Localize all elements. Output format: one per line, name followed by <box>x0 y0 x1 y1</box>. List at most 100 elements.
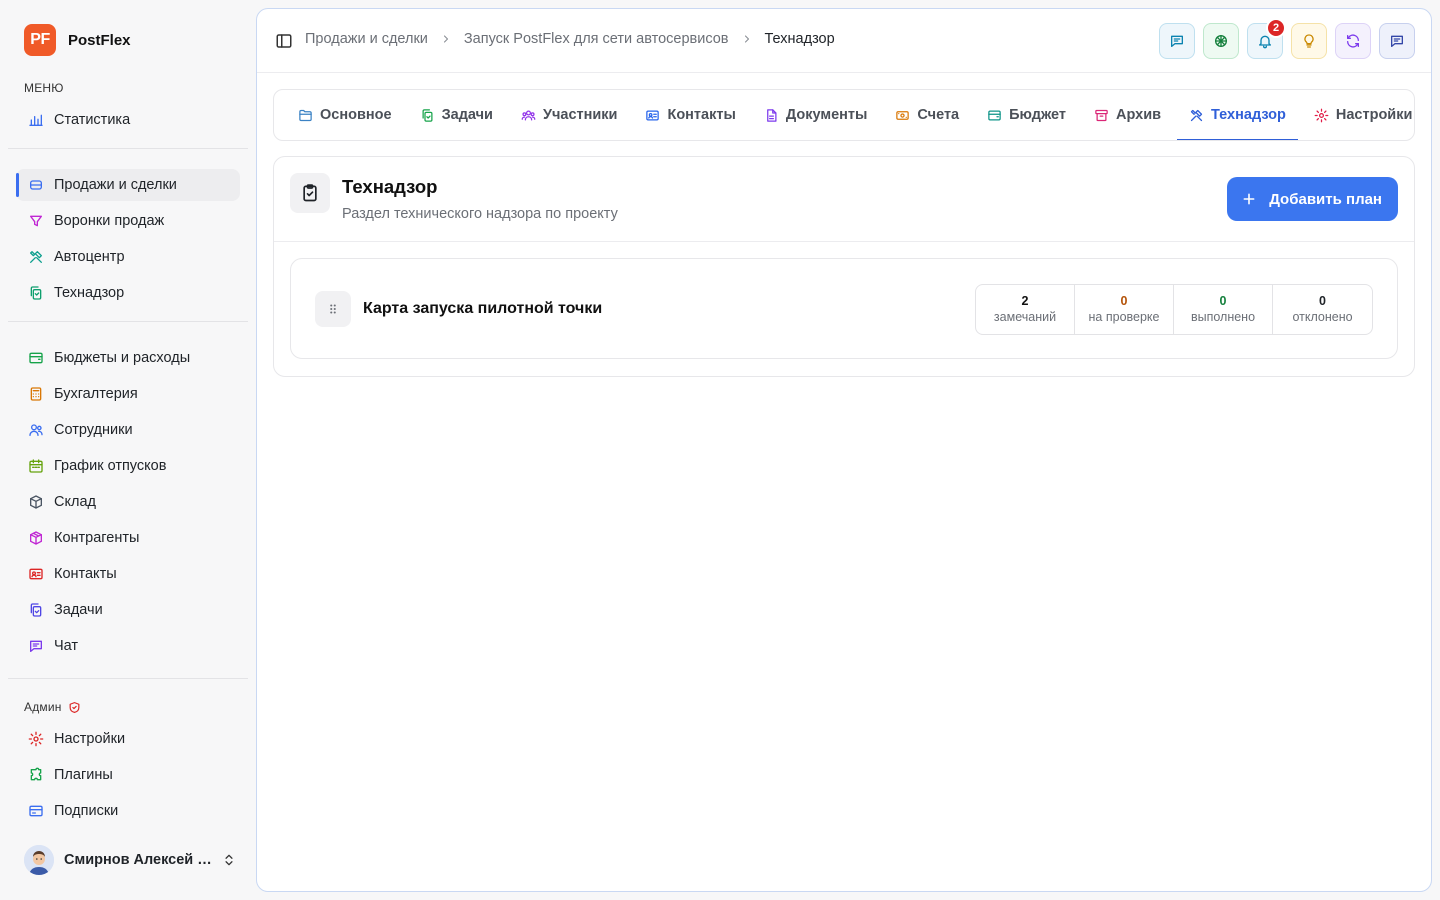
sidebar-item-label: Статистика <box>54 112 131 128</box>
avatar <box>24 845 54 875</box>
tab-8[interactable]: Технадзор <box>1177 90 1298 140</box>
sidebar-item-group3-0[interactable]: Бюджеты и расходы <box>16 342 240 374</box>
plan-item[interactable]: Карта запуска пилотной точки 2 замечаний 0… <box>290 258 1398 359</box>
section-title: Технадзор <box>342 176 438 197</box>
tools-icon <box>1190 109 1203 121</box>
tab-label: Счета <box>917 107 960 123</box>
project-tabs: Основное Задачи Участники Контакты Документы… <box>273 89 1415 141</box>
sidebar-item-group3-3[interactable]: График отпусков <box>16 450 240 482</box>
sidebar-item-group2-0[interactable]: Продажи и сделки <box>16 169 240 201</box>
sidebar-item-label: Сотрудники <box>54 422 133 438</box>
breadcrumb-item-project[interactable]: Запуск PostFlex для сети автосервисов <box>464 31 729 47</box>
tab-label: Основное <box>320 107 392 123</box>
gear-icon <box>1314 108 1329 122</box>
document-icon <box>766 108 777 122</box>
tab-label: Документы <box>785 107 868 123</box>
add-plan-button[interactable]: Добавить план <box>1227 177 1398 221</box>
chat-icon <box>30 640 42 652</box>
stat-label: на проверке <box>1088 310 1160 324</box>
sidebar-item-group2-2[interactable]: Автоцентр <box>16 241 240 273</box>
sidebar-item-group3-1[interactable]: Бухгалтерия <box>16 378 240 410</box>
sidebar-item-group4-2[interactable]: Подписки <box>16 795 240 827</box>
brand[interactable]: PF PostFlex <box>24 24 131 56</box>
tab-3[interactable]: Контакты <box>633 90 747 140</box>
stat-value: 0 <box>1319 294 1326 308</box>
users-icon <box>29 424 43 436</box>
tab-5[interactable]: Счета <box>883 90 971 140</box>
tab-label: Бюджет <box>1009 107 1067 123</box>
sidebar-item-group3-4[interactable]: Склад <box>16 486 240 518</box>
package-icon <box>28 530 44 546</box>
tab-2[interactable]: Участники <box>509 90 630 140</box>
nav-group-3: Бюджеты и расходы Бухгалтерия Сотрудники Гр… <box>16 342 240 666</box>
tab-1[interactable]: Задачи <box>408 90 505 140</box>
wallet-icon <box>28 350 44 366</box>
calculator-icon <box>30 387 42 401</box>
contact-card-icon <box>646 110 660 120</box>
gear-icon <box>28 731 44 747</box>
breadcrumb-item-sales[interactable]: Продажи и сделки <box>305 31 428 47</box>
sidebar-item-group1-0[interactable]: Статистика <box>16 104 240 136</box>
sidebar-divider <box>8 321 248 322</box>
contact-card-icon <box>28 566 44 582</box>
sidebar-item-group3-7[interactable]: Задачи <box>16 594 240 626</box>
tools-icon <box>30 251 42 263</box>
sidebar-item-group2-1[interactable]: Воронки продаж <box>16 205 240 237</box>
refresh-icon <box>1347 34 1359 48</box>
tools-icon <box>28 249 44 265</box>
chat-button[interactable] <box>1159 23 1195 59</box>
breadcrumb-item-current: Технадзор <box>764 31 835 47</box>
tab-9[interactable]: Настройки <box>1302 90 1414 140</box>
chevron-up-down-icon <box>225 854 233 866</box>
plan-stat: 0 на проверке <box>1075 285 1174 334</box>
tab-7[interactable]: Архив <box>1082 90 1173 140</box>
refresh-button[interactable] <box>1335 23 1371 59</box>
sidebar-item-group4-0[interactable]: Настройки <box>16 723 240 755</box>
sidebar-toggle-icon[interactable] <box>275 32 293 50</box>
sidebar-item-group3-2[interactable]: Сотрудники <box>16 414 240 446</box>
calendar-icon <box>28 458 44 474</box>
tab-0[interactable]: Основное <box>286 90 404 140</box>
calendar-icon <box>29 459 43 473</box>
drag-handle-icon[interactable] <box>315 291 351 327</box>
messages-button[interactable] <box>1379 23 1415 59</box>
folder-icon <box>299 109 312 121</box>
sidebar-item-group4-1[interactable]: Плагины <box>16 759 240 791</box>
app-root: PF PostFlex МЕНЮ Статистика Продажи и сд… <box>0 0 1440 900</box>
user-menu[interactable]: Смирнов Алексей Иванович <box>24 843 236 877</box>
tab-4[interactable]: Документы <box>752 90 880 140</box>
ai-assistant-button[interactable] <box>1203 23 1239 59</box>
sidebar-item-group3-8[interactable]: Чат <box>16 630 240 662</box>
team-icon <box>521 110 536 120</box>
wallet-icon <box>29 352 43 364</box>
sidebar-item-label: Подписки <box>54 803 119 819</box>
plan-title: Карта запуска пилотной точки <box>363 300 603 317</box>
notifications-button[interactable]: 2 <box>1247 18 1286 59</box>
task-copy-icon <box>30 603 42 617</box>
sidebar: PF PostFlex МЕНЮ Статистика Продажи и сд… <box>0 0 256 900</box>
sidebar-item-label: Чат <box>54 638 79 654</box>
tab-6[interactable]: Бюджет <box>975 90 1078 140</box>
puzzle-icon <box>28 767 44 783</box>
plan-stat: 2 замечаний <box>976 285 1075 334</box>
sidebar-item-label: Плагины <box>54 767 113 783</box>
credit-card-icon <box>29 805 43 817</box>
ideas-button[interactable] <box>1291 23 1327 59</box>
sidebar-item-group3-5[interactable]: Контрагенты <box>16 522 240 554</box>
chevron-right-icon <box>443 35 448 43</box>
top-actions: 2 <box>1159 18 1415 59</box>
admin-label-text: Админ <box>24 700 62 714</box>
funnel-icon <box>30 215 42 227</box>
task-copy-icon <box>28 602 44 618</box>
stat-value: 0 <box>1219 294 1227 308</box>
credit-card-icon <box>28 803 44 819</box>
sidebar-item-group2-3[interactable]: Технадзор <box>16 277 240 309</box>
contact-card-icon <box>29 568 43 580</box>
wallet-icon <box>988 110 1001 120</box>
box-icon <box>28 494 44 510</box>
tab-label: Технадзор <box>1211 107 1286 123</box>
sidebar-item-group3-6[interactable]: Контакты <box>16 558 240 590</box>
sidebar-item-label: Настройки <box>54 731 126 747</box>
plan-stat: 0 отклонено <box>1273 285 1372 334</box>
tab-label: Задачи <box>441 107 493 123</box>
